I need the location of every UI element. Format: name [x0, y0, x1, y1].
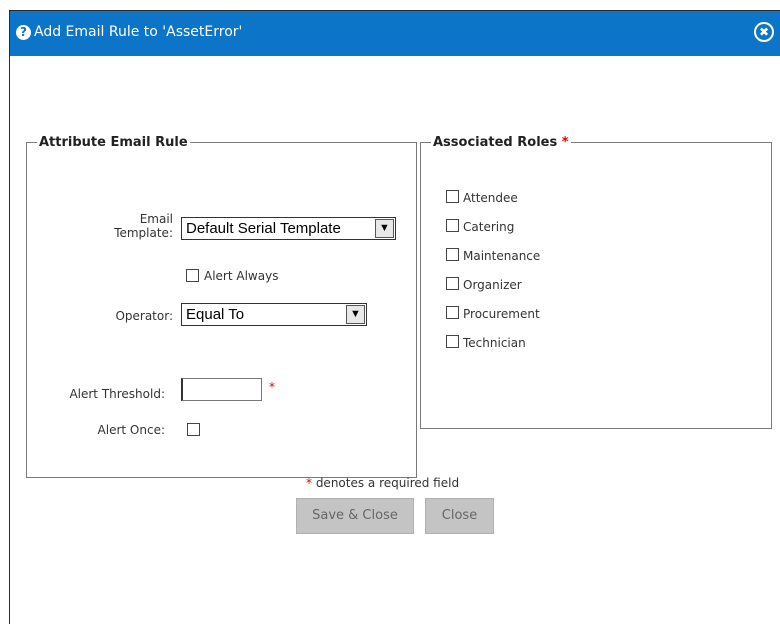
save-close-button[interactable]: Save & Close — [296, 498, 414, 534]
required-note-text: denotes a required field — [312, 476, 460, 490]
alert-always-checkbox[interactable] — [186, 269, 199, 282]
role-organizer-checkbox[interactable] — [446, 277, 459, 290]
role-attendee-checkbox[interactable] — [446, 190, 459, 203]
email-template-label: Email Template: — [77, 212, 173, 240]
role-technician-checkbox[interactable] — [446, 335, 459, 348]
alert-always-label: Alert Always — [204, 269, 279, 283]
associated-roles-legend: Associated Roles * — [431, 135, 571, 150]
role-procurement-label: Procurement — [463, 307, 540, 321]
role-organizer-label: Organizer — [463, 278, 522, 292]
email-template-value: Default Serial Template — [186, 220, 341, 237]
dialog-title: Add Email Rule to 'AssetError' — [34, 24, 243, 40]
attribute-email-rule-group: Attribute Email Rule Email Template: Def… — [26, 135, 417, 478]
role-catering-label: Catering — [463, 220, 515, 234]
alert-once-checkbox[interactable] — [187, 423, 200, 436]
email-template-select[interactable]: Default Serial Template ▼ — [181, 217, 396, 240]
operator-value: Equal To — [186, 306, 245, 323]
associated-roles-group: Associated Roles * Attendee Catering Mai… — [420, 135, 772, 429]
role-procurement-checkbox[interactable] — [446, 306, 459, 319]
role-attendee-label: Attendee — [463, 191, 518, 205]
alert-threshold-input[interactable] — [181, 378, 262, 401]
chevron-down-icon[interactable]: ▼ — [346, 305, 365, 324]
operator-label: Operator: — [115, 309, 173, 323]
role-maintenance-label: Maintenance — [463, 249, 541, 263]
attribute-email-rule-legend: Attribute Email Rule — [39, 135, 188, 150]
help-icon[interactable]: ? — [16, 25, 31, 40]
alert-threshold-required-marker: * — [269, 380, 275, 394]
associated-roles-legend-text: Associated Roles — [433, 135, 558, 150]
chevron-down-icon[interactable]: ▼ — [375, 219, 394, 238]
email-template-label-line2: Template: — [114, 226, 173, 240]
close-button[interactable]: Close — [425, 498, 494, 534]
alert-once-label: Alert Once: — [97, 423, 165, 437]
role-maintenance-checkbox[interactable] — [446, 248, 459, 261]
email-template-label-line1: Email — [139, 212, 173, 226]
required-field-note: * denotes a required field — [306, 476, 459, 490]
associated-roles-required-marker: * — [561, 135, 569, 150]
email-rule-dialog: ? Add Email Rule to 'AssetError' ✖ Attri… — [9, 10, 780, 624]
alert-threshold-label: Alert Threshold: — [69, 387, 165, 401]
close-icon[interactable]: ✖ — [754, 22, 774, 42]
role-catering-checkbox[interactable] — [446, 219, 459, 232]
role-technician-label: Technician — [463, 336, 526, 350]
dialog-title-bar: ? Add Email Rule to 'AssetError' ✖ — [10, 11, 780, 56]
operator-select[interactable]: Equal To ▼ — [181, 303, 367, 326]
